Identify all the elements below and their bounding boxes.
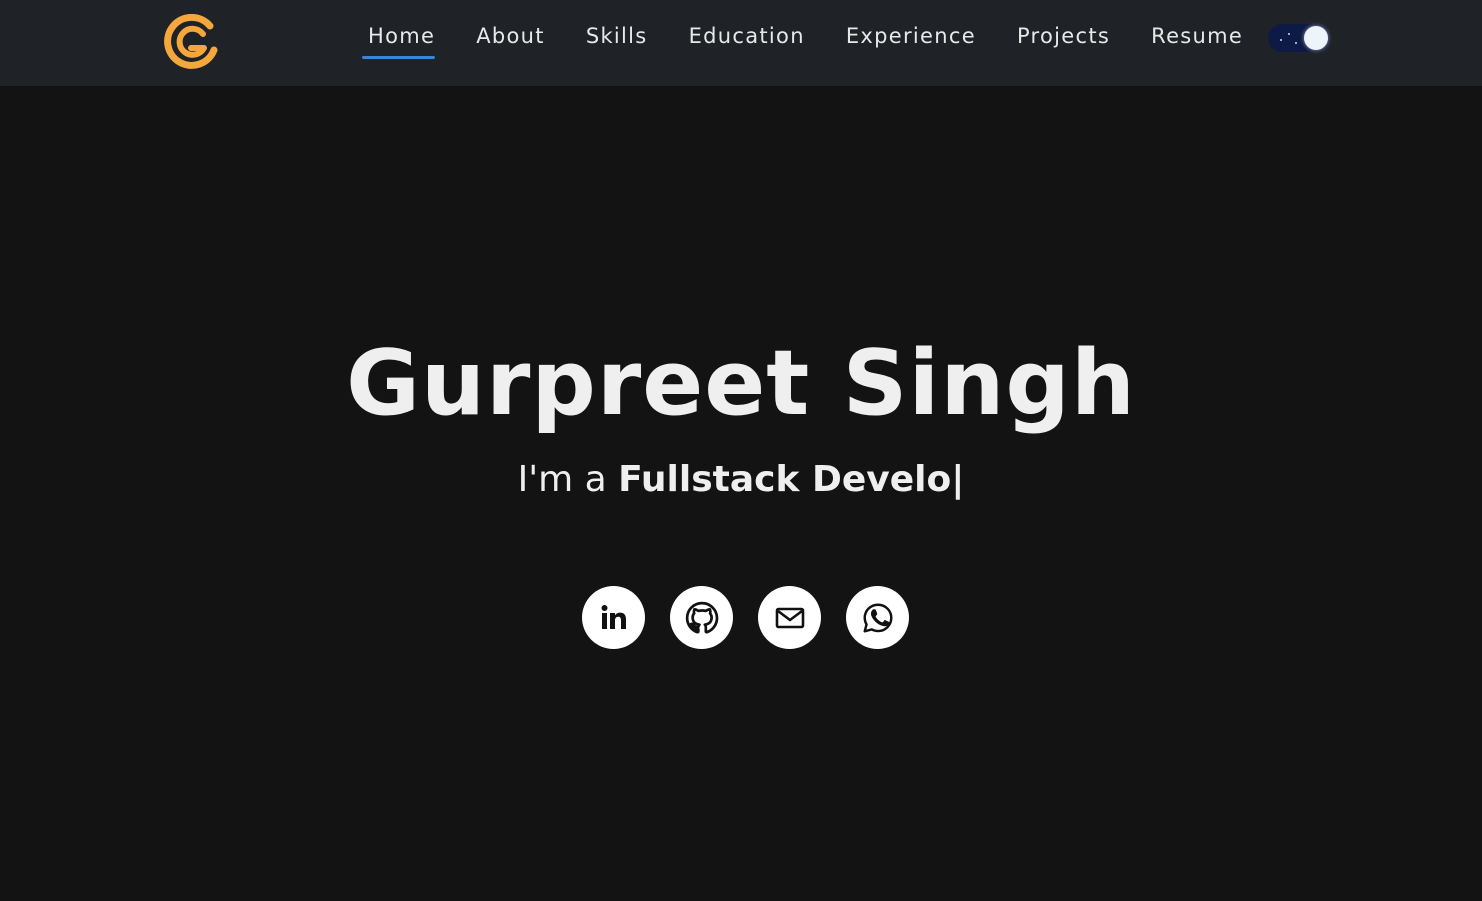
github-icon [685, 601, 719, 635]
hero-subtitle-prefix: I'm a [517, 459, 619, 500]
navbar: Home About Skills Education Experience P… [0, 0, 1482, 86]
typed-role: Fullstack Develo| [618, 459, 965, 500]
whatsapp-icon [861, 601, 895, 635]
hero-subtitle: I'm a Fullstack Develo| [0, 458, 1482, 501]
nav-link-resume-label: Resume [1151, 24, 1244, 48]
mail-button[interactable] [758, 586, 821, 649]
linkedin-button[interactable] [582, 586, 645, 649]
active-underline [362, 56, 436, 59]
mail-icon [774, 602, 806, 634]
nav-link-education-label: Education [688, 24, 805, 48]
star-icon [1288, 33, 1290, 35]
social-links [582, 586, 909, 649]
nav-link-about[interactable]: About [476, 0, 545, 47]
github-button[interactable] [670, 586, 733, 649]
hero-name: Gurpreet Singh [346, 331, 1136, 436]
nav-link-home[interactable]: Home [362, 0, 436, 59]
moon-toggle-icon [1304, 26, 1328, 50]
nav-link-experience[interactable]: Experience [846, 0, 976, 47]
whatsapp-button[interactable] [846, 586, 909, 649]
linkedin-icon [598, 602, 630, 634]
star-icon [1280, 39, 1282, 41]
theme-toggle[interactable] [1268, 24, 1330, 52]
nav-link-projects-label: Projects [1016, 24, 1111, 48]
nav-link-about-label: About [476, 24, 545, 48]
nav-link-skills[interactable]: Skills [586, 0, 648, 47]
g-logo-icon[interactable] [161, 13, 223, 70]
nav-links: Home About Skills Education Experience P… [345, 0, 1243, 86]
nav-link-experience-label: Experience [845, 24, 976, 48]
nav-link-skills-label: Skills [585, 24, 648, 48]
star-icon [1295, 42, 1297, 44]
nav-link-resume[interactable]: Resume [1151, 0, 1243, 47]
nav-link-projects[interactable]: Projects [1017, 0, 1110, 47]
nav-link-education[interactable]: Education [689, 0, 805, 47]
nav-link-home-label: Home [368, 24, 436, 48]
